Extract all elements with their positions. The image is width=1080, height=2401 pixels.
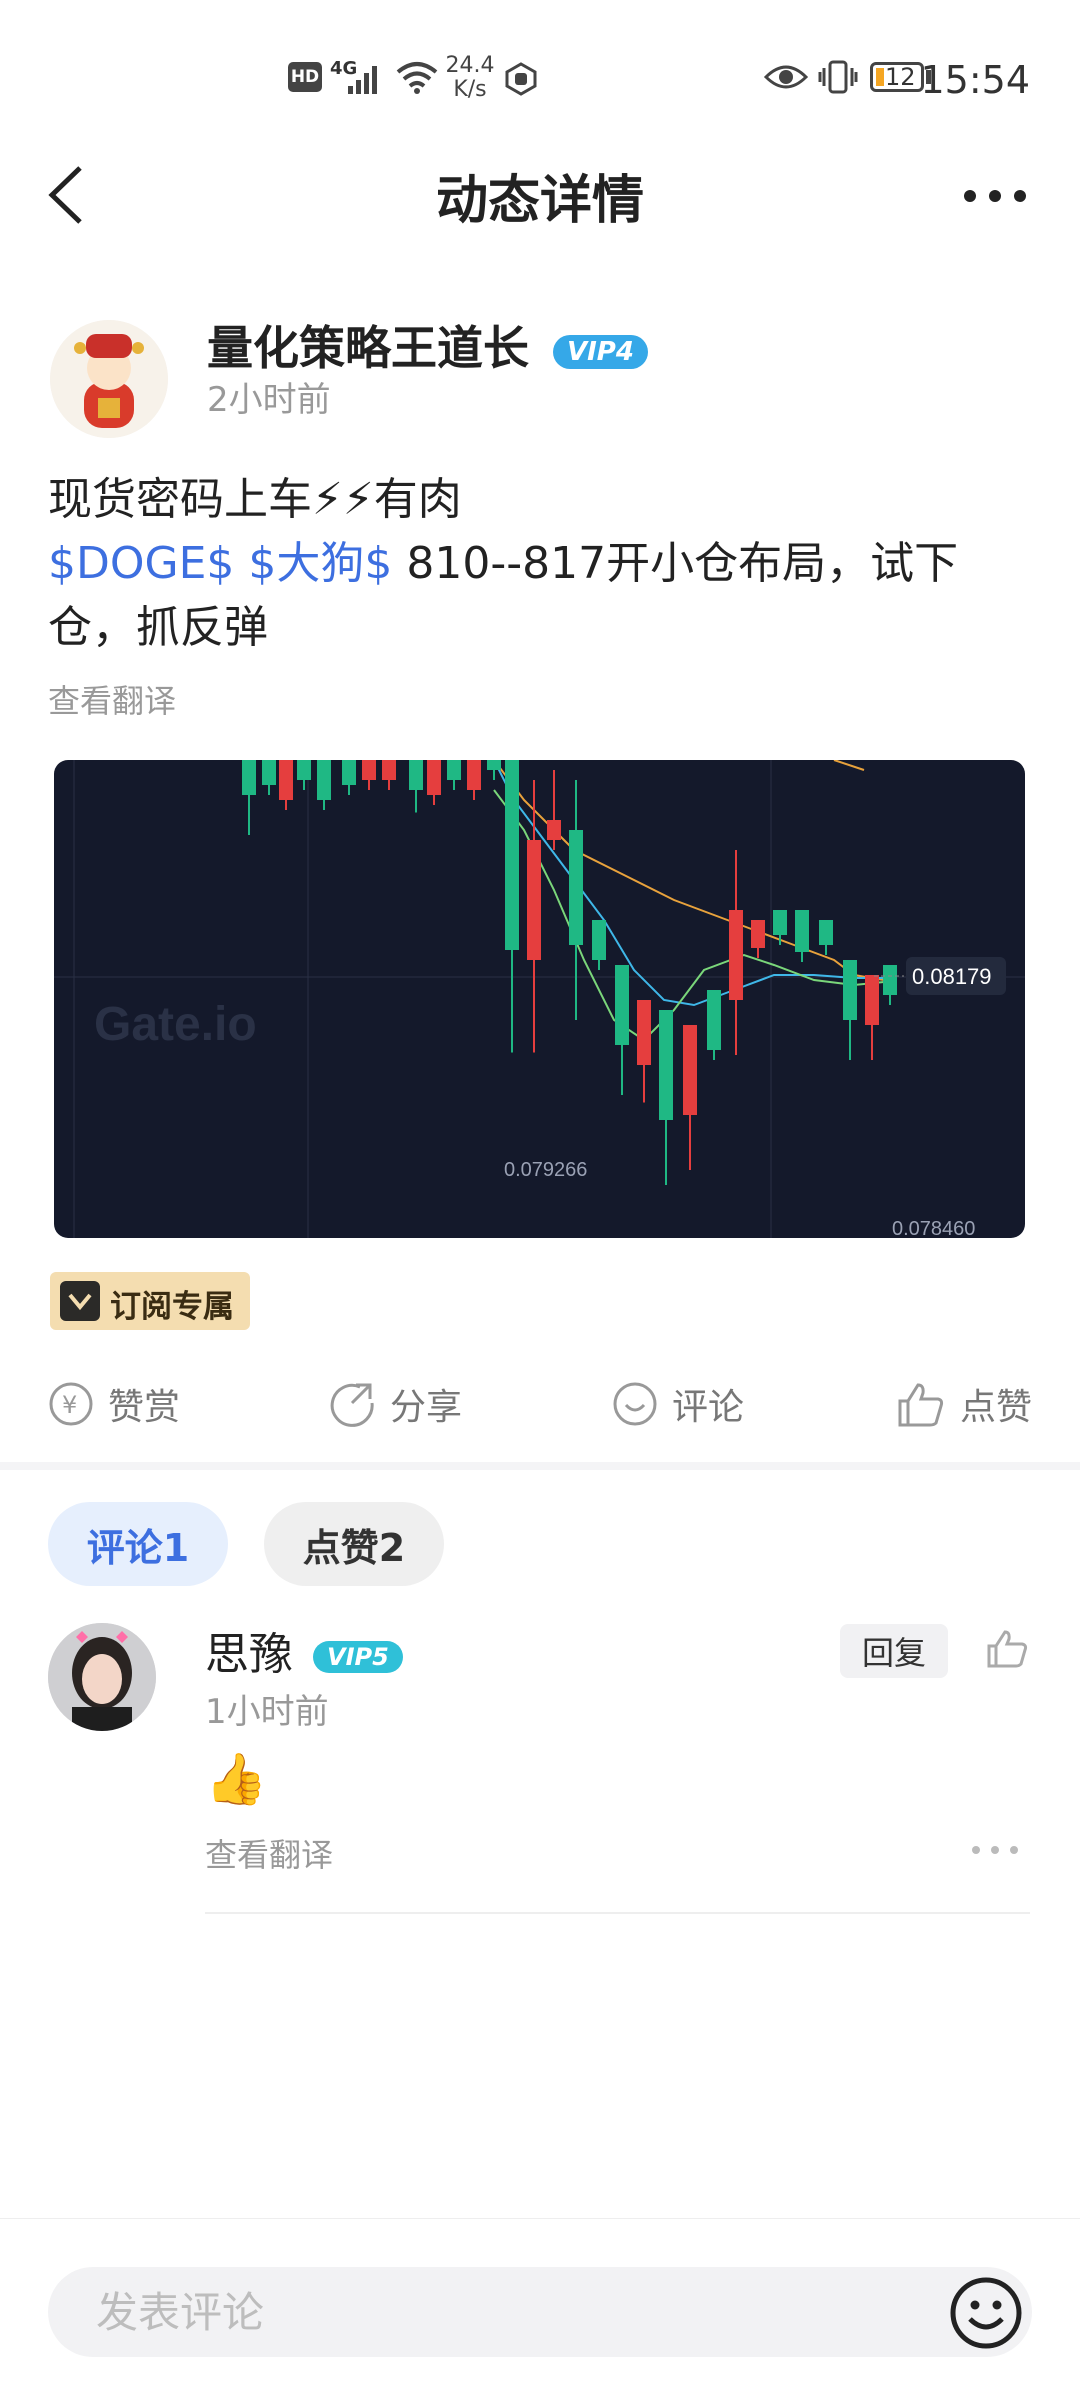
comment-input[interactable]	[48, 2267, 1032, 2357]
chart-watermark: Gate.io	[94, 998, 257, 1051]
svg-text:¥: ¥	[62, 1391, 77, 1419]
tag-doge[interactable]: $DOGE$	[48, 538, 234, 589]
hd-icon: HD	[288, 62, 322, 92]
signal-icon	[348, 66, 377, 94]
candlestick-chart-image[interactable]: Gate.io 0.08179 0.079266 0.078460	[54, 760, 1025, 1238]
low-price-label: 0.079266	[504, 1159, 587, 1181]
reply-button[interactable]: 回复	[840, 1624, 948, 1678]
vibrate-icon	[818, 60, 858, 94]
comment-button[interactable]: 评论	[612, 1378, 744, 1430]
author-avatar[interactable]	[50, 320, 168, 438]
thumbs-up-icon	[898, 1383, 944, 1427]
subscribe-badge[interactable]: 订阅专属	[50, 1272, 250, 1330]
commenter-avatar[interactable]	[48, 1623, 156, 1731]
page-title: 动态详情	[435, 171, 644, 231]
bottom-price-label: 0.078460	[892, 1218, 975, 1238]
share-icon	[330, 1383, 374, 1427]
subscribe-icon	[60, 1281, 100, 1321]
comment-bar	[0, 2218, 1080, 2401]
clock: 15:54	[920, 58, 1030, 102]
tip-button[interactable]: ¥ 赞赏	[48, 1378, 180, 1430]
comment-more-icon[interactable]	[970, 1840, 1020, 1860]
author-name[interactable]: 量化策略王道长 VIP4	[207, 312, 648, 378]
vip-badge: VIP4	[553, 334, 648, 369]
battery-icon: 12	[870, 62, 924, 92]
post-line1: 现货密码上车⚡⚡有肉	[48, 474, 462, 525]
shield-hand-icon	[505, 62, 537, 96]
commenter-name[interactable]: 思豫 VIP5	[205, 1618, 403, 1682]
candles	[242, 760, 897, 1185]
comment-like-icon[interactable]	[986, 1628, 1030, 1668]
eye-icon	[764, 65, 808, 89]
comment-icon	[613, 1382, 657, 1426]
comment-time: 1小时前	[205, 1692, 329, 1732]
more-icon[interactable]	[960, 176, 1030, 216]
emoji-icon[interactable]	[948, 2275, 1024, 2351]
vip-badge: VIP5	[313, 1641, 403, 1673]
yen-icon: ¥	[49, 1382, 93, 1426]
post-time: 2小时前	[207, 380, 331, 420]
section-divider	[0, 1462, 1080, 1470]
tab-comments[interactable]: 评论1	[48, 1502, 228, 1586]
status-bar: HD 4G 24.4 K/s 12 15:54	[0, 0, 1080, 160]
comment-divider	[205, 1912, 1030, 1914]
post-line2: $DOGE$ $大狗$ 810--817开小仓布局，试下仓，抓反弹	[48, 538, 959, 653]
like-button[interactable]: 点赞	[896, 1378, 1032, 1430]
comment-content: 👍	[205, 1750, 268, 1808]
translate-link[interactable]: 查看翻译	[48, 676, 176, 722]
subscribe-label: 订阅专属	[110, 1289, 234, 1325]
comment-translate-link[interactable]: 查看翻译	[205, 1830, 333, 1876]
share-button[interactable]: 分享	[330, 1378, 462, 1430]
net-speed: 24.4 K/s	[445, 53, 495, 102]
wifi-icon	[396, 62, 438, 94]
post-content: 现货密码上车⚡⚡有肉 $DOGE$ $大狗$ 810--817开小仓布局，试下仓…	[48, 468, 1038, 660]
tab-likes[interactable]: 点赞2	[264, 1502, 444, 1586]
last-price-label: 0.08179	[912, 964, 992, 989]
tag-dagou[interactable]: $大狗$	[248, 538, 392, 589]
